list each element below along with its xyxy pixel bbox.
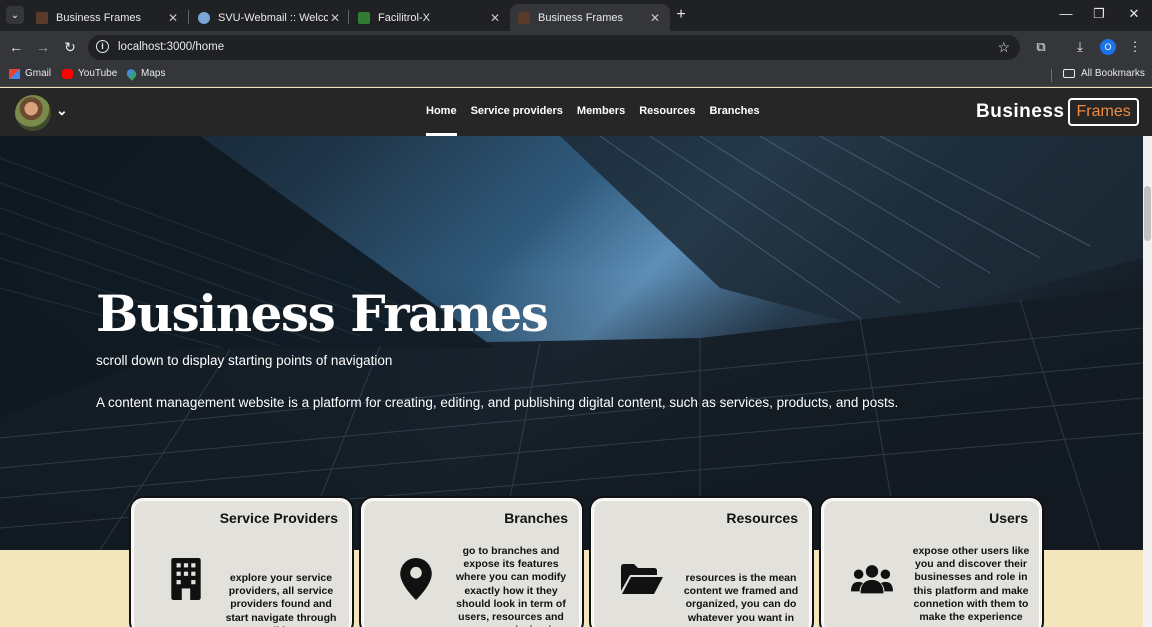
- close-icon[interactable]: ✕: [648, 11, 662, 25]
- tab-divider: [348, 10, 349, 24]
- reload-icon[interactable]: ↻: [61, 38, 79, 56]
- minimize-button[interactable]: —: [1056, 4, 1076, 24]
- restore-button[interactable]: ❐: [1089, 4, 1109, 24]
- new-tab-button[interactable]: +: [673, 6, 689, 24]
- bookmark-gmail[interactable]: Gmail: [9, 68, 51, 79]
- card-resources[interactable]: Resources resources is the mean content …: [589, 496, 814, 627]
- folder-open-icon: [621, 564, 663, 594]
- bookmark-star-icon[interactable]: ☆: [997, 39, 1010, 56]
- browser-tab[interactable]: SVU-Webmail :: Welcome ✕: [190, 4, 350, 31]
- card-title: Branches: [504, 510, 568, 526]
- address-bar[interactable]: i localhost:3000/home ☆: [88, 35, 1020, 60]
- maps-icon: [124, 66, 139, 81]
- users-icon: [851, 565, 893, 594]
- profile-avatar[interactable]: O: [1100, 39, 1116, 55]
- nav-link-service-providers[interactable]: Service providers: [471, 105, 563, 117]
- bookmark-label: Maps: [141, 68, 166, 79]
- gmail-icon: [9, 68, 20, 79]
- card-description: expose other users like you and discover…: [912, 545, 1030, 624]
- nav-link-branches[interactable]: Branches: [709, 105, 759, 117]
- hero-subtitle: scroll down to display starting points o…: [96, 353, 393, 368]
- browser-toolbar: ← → ↻ i localhost:3000/home ☆ ⧉ ⤓ O ⋮: [0, 31, 1152, 64]
- web-page: ⌄ Home Service providers Members Resourc…: [0, 88, 1152, 627]
- close-icon[interactable]: ✕: [488, 11, 502, 25]
- tab-title: Business Frames: [538, 11, 623, 24]
- card-title: Service Providers: [219, 510, 338, 526]
- tab-favicon-icon: [518, 11, 530, 24]
- bookmark-label: YouTube: [78, 68, 118, 79]
- hero-title: Business Frames: [96, 284, 549, 343]
- tab-search-button[interactable]: ⌄: [6, 6, 24, 24]
- scrollbar-thumb[interactable]: [1144, 186, 1151, 241]
- card-users[interactable]: Users expose other users like you and di…: [819, 496, 1044, 627]
- bookmark-maps[interactable]: Maps: [124, 66, 166, 81]
- nav-link-resources[interactable]: Resources: [639, 105, 695, 117]
- user-avatar[interactable]: [15, 95, 51, 131]
- site-info-icon[interactable]: i: [96, 40, 109, 53]
- nav-link-members[interactable]: Members: [577, 105, 625, 117]
- browser-tab[interactable]: Facilitrol-X ✕: [350, 4, 510, 31]
- main-nav: Home Service providers Members Resources…: [426, 105, 760, 136]
- bookmarks-divider: [1051, 69, 1052, 82]
- download-icon[interactable]: ⤓: [1072, 39, 1088, 55]
- building-icon: [171, 558, 201, 600]
- card-title: Resources: [726, 510, 798, 526]
- browser-tab[interactable]: Business Frames ✕: [28, 4, 188, 31]
- feature-cards: Service Providers explore your service p…: [129, 496, 1044, 627]
- browser-menu-icon[interactable]: ⋮: [1127, 39, 1143, 55]
- bookmarks-bar: Gmail YouTube Maps All Bookmarks: [0, 64, 1152, 87]
- all-bookmarks-label: All Bookmarks: [1081, 68, 1145, 79]
- extensions-icon[interactable]: ⧉: [1033, 39, 1049, 55]
- url-text[interactable]: localhost:3000/home: [118, 41, 224, 53]
- page-scrollbar[interactable]: [1143, 136, 1152, 627]
- folder-icon: [1063, 69, 1075, 78]
- all-bookmarks-button[interactable]: All Bookmarks: [1063, 68, 1145, 79]
- tab-favicon-icon: [198, 11, 210, 24]
- card-description: resources is the mean content we framed …: [683, 572, 799, 624]
- brand-name-boxed: Frames: [1068, 98, 1139, 126]
- tab-title: Business Frames: [56, 11, 141, 24]
- forward-icon[interactable]: →: [34, 38, 52, 56]
- tab-divider: [188, 10, 189, 24]
- bookmark-youtube[interactable]: YouTube: [62, 68, 117, 79]
- brand-name: Business: [976, 101, 1065, 122]
- close-icon[interactable]: ✕: [328, 11, 342, 25]
- brand-logo[interactable]: Business Frames: [976, 98, 1139, 126]
- chevron-down-icon[interactable]: ⌄: [56, 102, 68, 119]
- location-pin-icon: [400, 558, 432, 600]
- close-icon[interactable]: ✕: [166, 11, 180, 25]
- tab-favicon-icon: [358, 11, 370, 24]
- card-description: go to branches and expose its features w…: [455, 545, 567, 627]
- tab-title: SVU-Webmail :: Welcome: [218, 11, 328, 24]
- card-title: Users: [989, 510, 1028, 526]
- browser-tab-strip: ⌄ Business Frames ✕ SVU-Webmail :: Welco…: [0, 0, 1152, 31]
- tab-title: Facilitrol-X: [378, 11, 430, 24]
- nav-link-home[interactable]: Home: [426, 105, 457, 136]
- close-window-button[interactable]: ✕: [1124, 4, 1144, 24]
- card-service-providers[interactable]: Service Providers explore your service p…: [129, 496, 354, 627]
- tab-favicon-icon: [36, 11, 48, 24]
- browser-tab-active[interactable]: Business Frames ✕: [510, 4, 670, 31]
- card-description: explore your service providers, all serv…: [225, 572, 337, 627]
- card-branches[interactable]: Branches go to branches and expose its f…: [359, 496, 584, 627]
- youtube-icon: [62, 68, 73, 79]
- back-icon[interactable]: ←: [7, 38, 25, 56]
- hero-description: A content management website is a platfo…: [96, 395, 899, 410]
- site-navbar: ⌄ Home Service providers Members Resourc…: [0, 88, 1152, 136]
- bookmark-label: Gmail: [25, 68, 52, 79]
